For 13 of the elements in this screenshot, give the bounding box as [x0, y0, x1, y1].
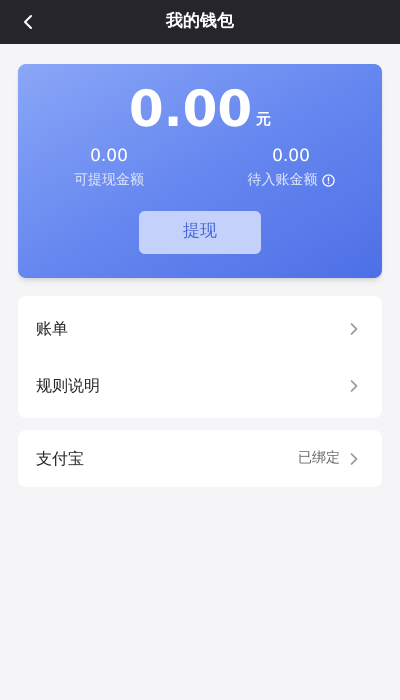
stat-label: 待入账金额: [248, 170, 318, 190]
alipay-label: 支付宝: [36, 448, 84, 470]
binding-status: 已绑定: [298, 449, 340, 468]
menu-item[interactable]: 账单: [18, 300, 382, 357]
balance-unit: 元: [256, 108, 272, 130]
page-title: 我的钱包: [166, 10, 234, 34]
balance-amount: 0.00: [128, 84, 252, 134]
stat-value: 0.00: [90, 145, 128, 168]
stat-label: 可提现金额: [74, 170, 144, 190]
info-icon[interactable]: [322, 174, 334, 186]
alipay-row[interactable]: 支付宝 已绑定: [18, 430, 382, 487]
stat-value: 0.00: [272, 145, 310, 168]
menu-item[interactable]: 规则说明: [18, 357, 382, 414]
